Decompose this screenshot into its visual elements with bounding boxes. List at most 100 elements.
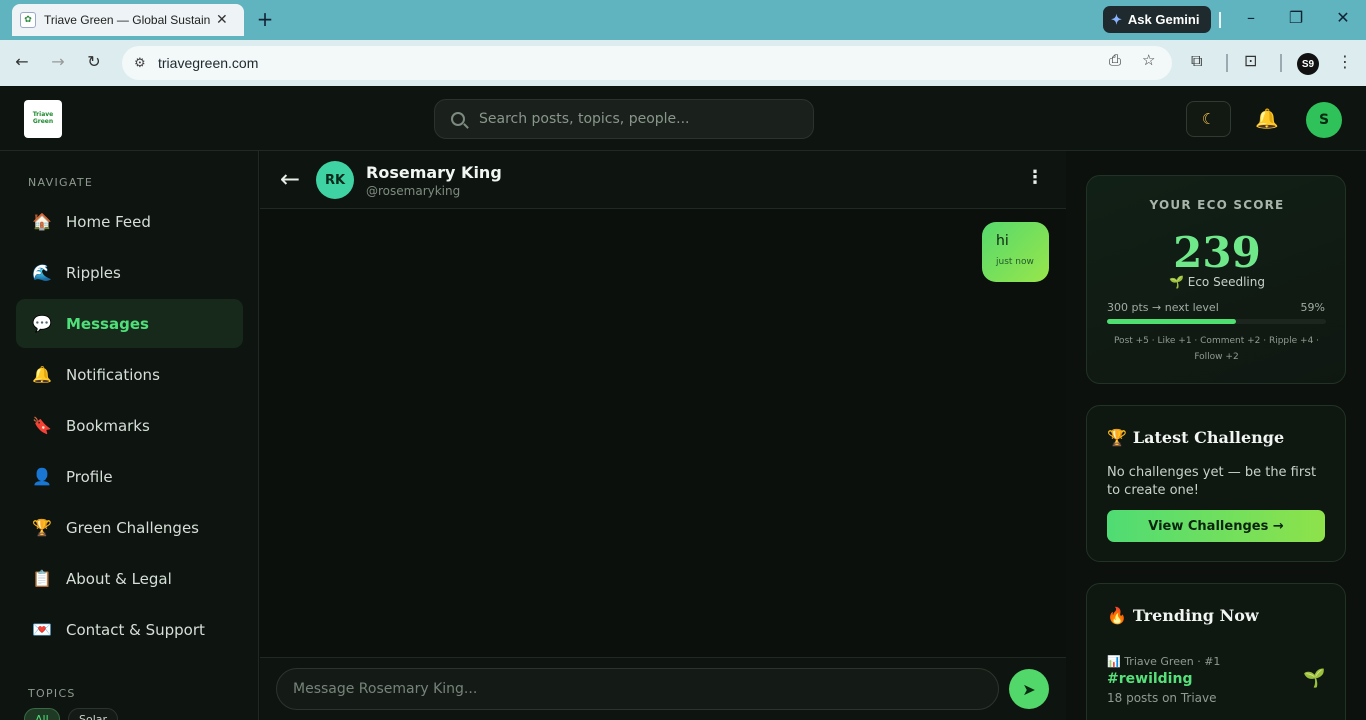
- trophy-icon: 🏆: [1107, 428, 1127, 447]
- browser-tab-bar: ✿ Triave Green — Global Sustainability ✕…: [0, 0, 1366, 40]
- chat-panel: ← RK Rosemary King @rosemaryking ⋮ hi ju…: [260, 151, 1066, 720]
- latest-challenge-card: 🏆 Latest Challenge No challenges yet — be…: [1086, 405, 1346, 562]
- app-header: Triave Green ☾ 🔔 S: [0, 87, 1366, 151]
- chat-header: ← RK Rosemary King @rosemaryking ⋮: [260, 151, 1066, 209]
- message-timestamp: just now: [996, 257, 1034, 267]
- url-box[interactable]: ⚙ triavegreen.com: [122, 46, 1172, 80]
- trending-title: 🔥 Trending Now: [1107, 606, 1259, 625]
- clipboard-icon: 📋: [32, 569, 52, 588]
- close-window-icon[interactable]: ✕: [1331, 8, 1355, 27]
- contact-name[interactable]: Rosemary King: [366, 163, 502, 182]
- topics-heading: TOPICS: [28, 687, 76, 700]
- sidebar-item-messages[interactable]: 💬 Messages: [16, 299, 243, 348]
- eco-score-card: YOUR ECO SCORE 239 🌱 Eco Seedling 300 pt…: [1086, 175, 1346, 384]
- triave-green-logo[interactable]: Triave Green: [24, 100, 62, 138]
- left-sidebar: NAVIGATE 🏠 Home Feed 🌊 Ripples 💬 Message…: [0, 151, 259, 720]
- sidebar-item-label: Green Challenges: [66, 518, 200, 537]
- message-text: hi: [996, 233, 1009, 249]
- tab-search-icon[interactable]: ⊡: [1244, 51, 1257, 70]
- ask-gemini-label: Ask Gemini: [1127, 12, 1200, 27]
- gemini-icon: ✦: [1111, 11, 1122, 27]
- sidebar-item-green-challenges[interactable]: 🏆 Green Challenges: [16, 503, 243, 552]
- favicon-icon: ✿: [20, 12, 36, 28]
- eco-points-info: Post +5 · Like +1 · Comment +2 · Ripple …: [1113, 336, 1320, 362]
- extensions-icon[interactable]: ⧉: [1191, 51, 1202, 71]
- sidebar-item-about-legal[interactable]: 📋 About & Legal: [16, 554, 243, 603]
- trend-meta-text: Triave Green · #1: [1124, 655, 1221, 668]
- logo-text: Triave Green: [32, 111, 54, 125]
- sidebar-item-ripples[interactable]: 🌊 Ripples: [16, 248, 243, 297]
- sidebar-item-label: Notifications: [66, 365, 160, 384]
- new-tab-icon[interactable]: +: [254, 8, 276, 30]
- bell-icon[interactable]: 🔔: [1255, 107, 1279, 130]
- eco-progress-percent: 59%: [1300, 301, 1325, 314]
- back-icon[interactable]: ←: [11, 52, 33, 71]
- latest-challenge-title: 🏆 Latest Challenge: [1107, 428, 1284, 447]
- eco-progress-bar: [1107, 319, 1326, 324]
- sidebar-item-label: Profile: [66, 467, 113, 486]
- sidebar-item-label: Home Feed: [66, 212, 151, 231]
- fire-icon: 🔥: [1107, 606, 1127, 625]
- sidebar-item-home-feed[interactable]: 🏠 Home Feed: [16, 197, 243, 246]
- topic-chip-all[interactable]: All: [24, 708, 60, 720]
- sidebar-item-bookmarks[interactable]: 🔖 Bookmarks: [16, 401, 243, 450]
- address-bar: ← → ↻ ⚙ triavegreen.com ⎙ ☆ ⧉ ⊡: [0, 40, 1366, 86]
- message-composer: ➤: [260, 657, 1066, 720]
- install-app-icon[interactable]: ⎙: [1109, 51, 1121, 69]
- latest-challenge-title-text: Latest Challenge: [1132, 428, 1285, 447]
- trend-tag[interactable]: #rewilding: [1107, 671, 1192, 687]
- url-text[interactable]: triavegreen.com: [158, 55, 258, 71]
- speech-bubble-icon: 💬: [32, 314, 52, 333]
- sidebar-item-profile[interactable]: 👤 Profile: [16, 452, 243, 501]
- chart-icon: 📊: [1107, 655, 1125, 668]
- search-input[interactable]: [479, 111, 799, 127]
- eco-level: 🌱 Eco Seedling: [1169, 275, 1265, 289]
- browser-menu-icon[interactable]: ⋮: [1337, 52, 1353, 71]
- eco-score-heading: YOUR ECO SCORE: [1149, 198, 1285, 212]
- search-icon: [451, 112, 465, 126]
- eco-progress-label: 300 pts → next level: [1107, 301, 1219, 314]
- sidebar-item-notifications[interactable]: 🔔 Notifications: [16, 350, 243, 399]
- reload-icon[interactable]: ↻: [83, 52, 105, 71]
- contact-avatar[interactable]: RK: [316, 161, 354, 199]
- house-icon: 🏠: [32, 212, 52, 231]
- wave-icon: 🌊: [32, 263, 52, 282]
- person-icon: 👤: [32, 467, 52, 486]
- message-input[interactable]: [276, 668, 999, 710]
- sidebar-item-label: Contact & Support: [66, 620, 205, 639]
- close-tab-icon[interactable]: ✕: [216, 12, 228, 28]
- bookmark-star-icon[interactable]: ☆: [1142, 51, 1155, 69]
- restore-icon[interactable]: ❐: [1284, 8, 1308, 27]
- site-settings-icon[interactable]: ⚙: [134, 56, 152, 71]
- trend-meta: 📊 Triave Green · #1: [1107, 655, 1220, 668]
- ask-gemini-button[interactable]: ✦ Ask Gemini: [1103, 6, 1211, 33]
- toolbar-separator: [1280, 54, 1282, 72]
- bookmark-icon: 🔖: [32, 416, 52, 435]
- bell-icon: 🔔: [32, 365, 52, 384]
- trend-count: 18 posts on Triave: [1107, 691, 1217, 705]
- trophy-icon: 🏆: [32, 518, 52, 537]
- topic-chip-solar[interactable]: Solar: [68, 708, 119, 720]
- send-icon[interactable]: ➤: [1009, 669, 1049, 709]
- search-bar[interactable]: [434, 99, 814, 139]
- message-bubble-outgoing: hi just now: [982, 222, 1049, 282]
- browser-profile-avatar[interactable]: S9: [1297, 53, 1319, 75]
- sidebar-item-label: About & Legal: [66, 569, 172, 588]
- latest-challenge-text: No challenges yet — be the first to crea…: [1107, 465, 1317, 498]
- back-arrow-icon[interactable]: ←: [280, 165, 300, 193]
- tab-title: Triave Green — Global Sustainability: [44, 13, 210, 27]
- forward-icon[interactable]: →: [47, 52, 69, 71]
- moon-icon[interactable]: ☾: [1186, 101, 1231, 137]
- navigate-heading: NAVIGATE: [28, 176, 94, 189]
- sidebar-item-contact-support[interactable]: 💌 Contact & Support: [16, 605, 243, 654]
- minimize-icon[interactable]: –: [1239, 8, 1263, 27]
- browser-tab[interactable]: ✿ Triave Green — Global Sustainability ✕: [12, 4, 244, 36]
- trending-title-text: Trending Now: [1132, 606, 1259, 625]
- view-challenges-button[interactable]: View Challenges →: [1107, 510, 1325, 542]
- chat-options-icon[interactable]: ⋮: [1026, 167, 1044, 188]
- contact-handle: @rosemaryking: [366, 184, 461, 198]
- user-avatar[interactable]: S: [1306, 102, 1342, 138]
- window-separator: [1219, 12, 1221, 28]
- seedling-icon: 🌱: [1303, 668, 1326, 689]
- sidebar-item-label: Messages: [66, 314, 149, 333]
